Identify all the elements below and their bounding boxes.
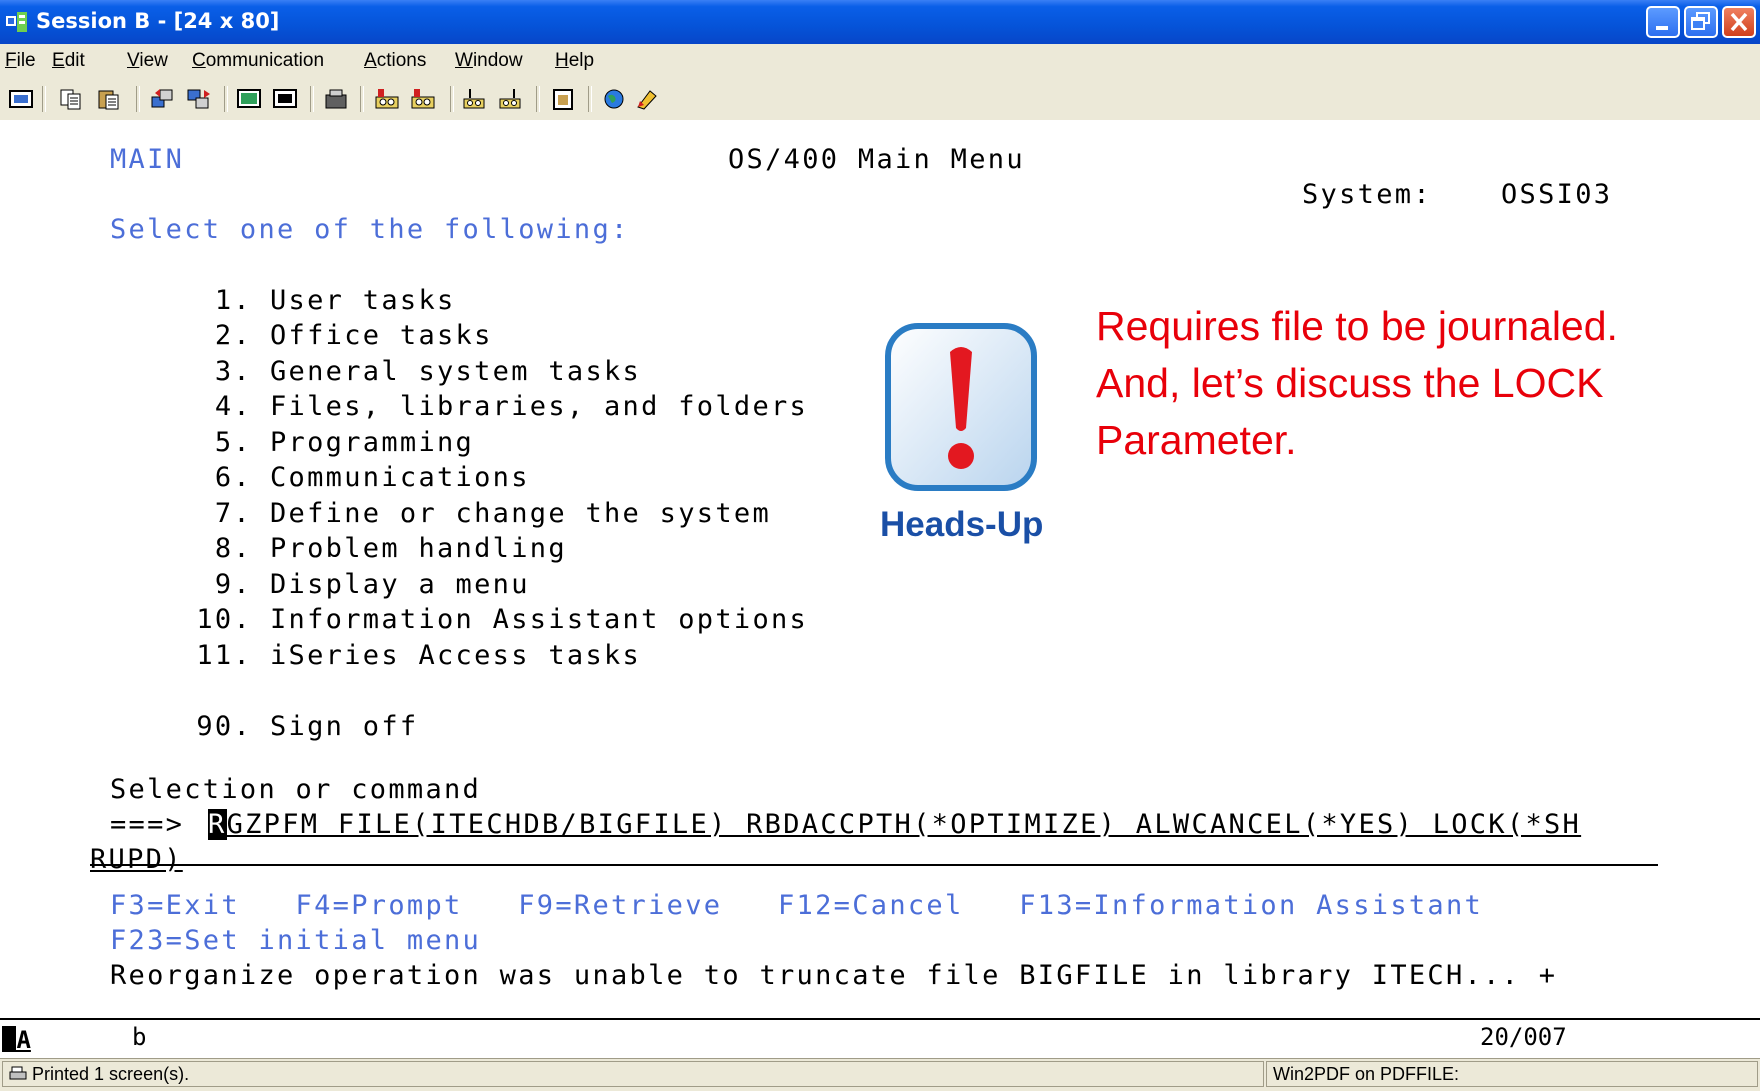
menu-communication[interactable]: Communication (192, 50, 324, 72)
status-pane-right: Win2PDF on PDFFILE: (1266, 1061, 1758, 1087)
screen-title: OS/400 Main Menu (728, 144, 1025, 175)
menu-file[interactable]: File (5, 50, 36, 72)
menu-actions[interactable]: Actions (364, 50, 426, 72)
option-label[interactable]: Information Assistant options (270, 604, 808, 635)
system-label: System: (1302, 179, 1432, 210)
close-button[interactable] (1722, 6, 1756, 38)
command-input[interactable]: RGZPFM FILE(ITECHDB/BIGFILE) RBDACCPTH(*… (208, 809, 1581, 840)
signoff-label[interactable]: Sign off (270, 711, 418, 742)
toolbar-separator (136, 86, 140, 112)
terminal-screen[interactable]: MAIN OS/400 Main Menu System: OSSI03 Sel… (0, 120, 1760, 1018)
command-prompt: ===> (110, 809, 185, 840)
instruction-text: Select one of the following: (110, 214, 630, 245)
toolbar-separator (450, 86, 454, 112)
option-label[interactable]: iSeries Access tasks (270, 640, 641, 671)
edit-icon[interactable] (634, 87, 660, 111)
menu-bar: File Edit View Communication Actions Win… (0, 44, 1760, 78)
option-number: 2. (214, 320, 252, 351)
toolbar-separator (360, 86, 364, 112)
menu-id: MAIN (110, 144, 185, 175)
heads-up-label: Heads-Up (880, 505, 1044, 544)
option-number: 3. (214, 356, 252, 387)
option-number: 9. (214, 569, 252, 600)
keyboard-icon[interactable] (272, 87, 298, 111)
close-icon (1730, 12, 1748, 32)
callout-line: And, let’s discuss the LOCK (1096, 360, 1604, 406)
selection-label: Selection or command (110, 774, 482, 805)
option-number: 5. (214, 427, 252, 458)
status-bar: Printed 1 screen(s). Win2PDF on PDFFILE: (0, 1058, 1760, 1091)
window-title: Session B - [24 x 80] (36, 9, 280, 33)
option-number: 1. (214, 285, 252, 316)
printer-icon (9, 1066, 27, 1080)
restore-button[interactable] (1684, 6, 1718, 38)
command-underline (90, 864, 1658, 866)
callout-text: Requires file to be journaled. And, let’… (1096, 298, 1736, 469)
menu-edit[interactable]: Edit (52, 50, 85, 72)
option-number: 10. (196, 604, 252, 635)
title-bar: Session B - [24 x 80] (0, 0, 1760, 44)
disconnect-icon[interactable] (498, 87, 524, 111)
display-icon[interactable] (236, 87, 262, 111)
status-field: b (132, 1023, 147, 1051)
record-macro-icon[interactable] (374, 87, 400, 111)
option-label[interactable]: User tasks (270, 285, 456, 316)
option-number: 8. (214, 533, 252, 564)
function-keys-line1[interactable]: F3=Exit F4=Prompt F9=Retrieve F12=Cancel… (110, 890, 1483, 921)
copy-icon[interactable] (58, 87, 84, 111)
restore-icon (1691, 12, 1710, 30)
toolbar (0, 78, 1760, 121)
send-file-icon[interactable] (150, 87, 176, 111)
operator-info-area: MA b 20/007 (0, 1018, 1760, 1056)
print-screen-icon[interactable] (8, 87, 34, 111)
option-label[interactable]: Define or change the system (270, 498, 771, 529)
option-number: 6. (214, 462, 252, 493)
option-label[interactable]: Display a menu (270, 569, 530, 600)
receive-file-icon[interactable] (186, 87, 212, 111)
option-label[interactable]: Problem handling (270, 533, 567, 564)
paste-icon[interactable] (96, 87, 122, 111)
minimize-button[interactable] (1646, 6, 1680, 38)
macro-icon[interactable] (324, 87, 350, 111)
option-number: 11. (196, 640, 252, 671)
callout-line: Parameter. (1096, 417, 1297, 463)
toolbar-separator (588, 86, 592, 112)
menu-help[interactable]: Help (555, 50, 594, 72)
globe-icon[interactable] (602, 87, 628, 111)
option-label[interactable]: Files, libraries, and folders (270, 391, 808, 422)
option-label[interactable]: Programming (270, 427, 474, 458)
clipboard-icon[interactable] (550, 87, 576, 111)
option-label[interactable]: General system tasks (270, 356, 641, 387)
minimize-icon (1656, 26, 1668, 30)
status-pane-left: Printed 1 screen(s). (2, 1061, 1264, 1087)
toolbar-separator (536, 86, 540, 112)
indicator-block (2, 1026, 16, 1050)
menu-view[interactable]: View (127, 50, 168, 72)
toolbar-separator (224, 86, 228, 112)
option-number: 7. (214, 498, 252, 529)
status-message: Printed 1 screen(s). (32, 1064, 190, 1084)
toolbar-separator (310, 86, 314, 112)
toolbar-separator (42, 86, 46, 112)
printer-destination: Win2PDF on PDFFILE: (1273, 1064, 1460, 1084)
option-number: 4. (214, 391, 252, 422)
option-label[interactable]: Office tasks (270, 320, 493, 351)
message-line[interactable]: Reorganize operation was unable to trunc… (110, 960, 1557, 991)
signoff-number: 90. (196, 711, 252, 742)
connect-icon[interactable] (462, 87, 488, 111)
cursor-position: 20/007 (1480, 1023, 1567, 1051)
play-macro-icon[interactable] (410, 87, 436, 111)
command-text: GZPFM FILE(ITECHDB/BIGFILE) RBDACCPTH(*O… (226, 809, 1582, 840)
system-value: OSSI03 (1501, 179, 1613, 210)
app-icon (6, 12, 27, 32)
function-keys-line2[interactable]: F23=Set initial menu (110, 925, 481, 956)
command-wrap-text[interactable]: RUPD) (90, 844, 183, 875)
text-cursor: R (208, 809, 227, 840)
option-label[interactable]: Communications (270, 462, 530, 493)
heads-up-icon (885, 323, 1037, 491)
callout-line: Requires file to be journaled. (1096, 303, 1618, 349)
menu-window[interactable]: Window (455, 50, 523, 72)
